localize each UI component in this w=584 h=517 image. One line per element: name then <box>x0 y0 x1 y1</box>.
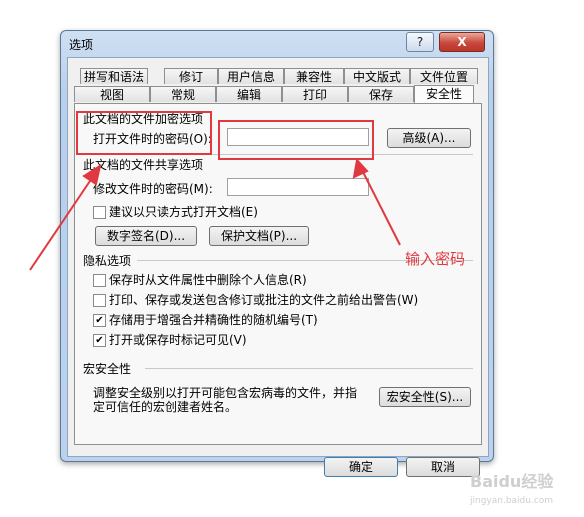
annotation-label: 输入密码 <box>405 250 466 268</box>
watermark-url: jingyan.baidu.com <box>470 496 554 506</box>
annotation-arrows <box>29 157 401 271</box>
watermark-logo: Baidu经验 <box>470 472 554 491</box>
arrow-icon <box>29 157 401 271</box>
